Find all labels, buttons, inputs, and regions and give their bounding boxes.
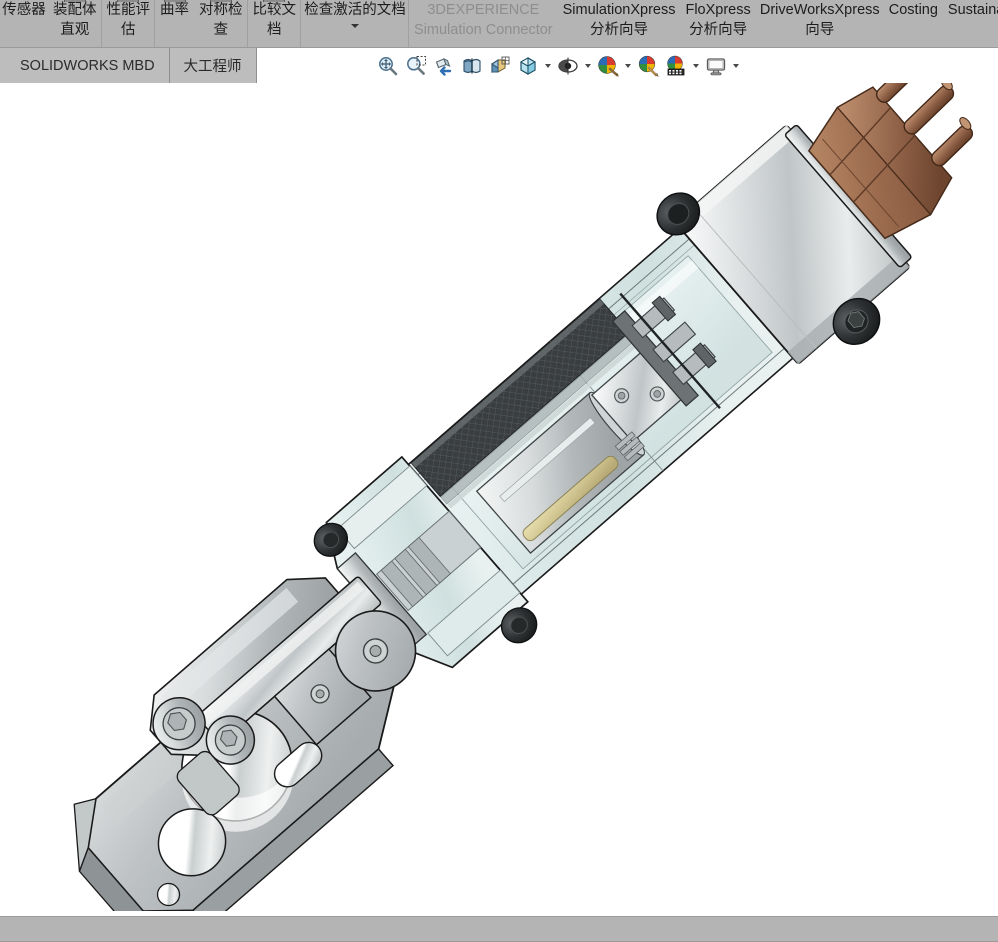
ribbon-command-1[interactable]: 装配体 直观: [48, 0, 102, 47]
ribbon-command-label: Sustainabil: [947, 2, 998, 18]
ribbon-command-label: 性能评: [106, 2, 151, 18]
ribbon-command-sublabel: 分析向导: [590, 22, 649, 38]
view-settings-icon[interactable]: [594, 51, 622, 81]
graphics-area[interactable]: [0, 83, 998, 911]
ribbon-command-icon: [263, 0, 286, 2]
zoom-to-fit-icon[interactable]: [374, 51, 402, 81]
hide-show-items-icon[interactable]: [554, 51, 582, 81]
ribbon-command-icon: [63, 0, 86, 2]
apply-scene-icon[interactable]: [662, 51, 690, 81]
ribbon-command-4[interactable]: 对称检查: [194, 0, 248, 47]
view-settings-display-icon[interactable]: [702, 51, 730, 81]
ribbon-command-sublabel: 档: [267, 22, 282, 38]
document-tab-strip: SOLIDWORKS MBD 大工程师: [0, 48, 257, 83]
view-orientation-icon[interactable]: [486, 51, 514, 81]
ribbon-command-label: 曲率: [160, 2, 189, 18]
model-3d-view[interactable]: [0, 83, 998, 911]
ribbon-command-label: FloXpress: [685, 2, 751, 18]
chevron-down-icon[interactable]: [622, 51, 634, 81]
edit-appearance-icon[interactable]: [634, 51, 662, 81]
ribbon-command-9[interactable]: FloXpress 分析向导: [680, 0, 755, 47]
chevron-down-icon[interactable]: [690, 51, 702, 81]
chevron-down-icon[interactable]: [351, 24, 359, 28]
display-style-icon[interactable]: [514, 51, 542, 81]
chevron-down-icon[interactable]: [542, 51, 554, 81]
ribbon-command-sublabel: Simulation Connector: [414, 22, 553, 38]
ribbon-command-sublabel: Costing: [888, 2, 938, 18]
ribbon-command-icon: [117, 0, 140, 2]
ribbon-command-label: 装配体: [53, 2, 97, 18]
chevron-down-icon[interactable]: [730, 51, 742, 81]
ribbon-command-label: 对称检: [199, 2, 243, 18]
ribbon-command-8[interactable]: SimulationXpress 分析向导: [558, 0, 681, 47]
ribbon-command-6[interactable]: 检查激活的文档: [301, 0, 409, 47]
ribbon-command-label: 3DEXPERIENCE: [427, 2, 540, 18]
ribbon-command-sublabel: 向导: [805, 22, 835, 38]
ribbon-command-2[interactable]: 性能评估: [102, 0, 156, 47]
ribbon-command-sublabel: 直观: [60, 22, 90, 38]
ribbon-command-label: DriveWorksXpress: [759, 2, 880, 18]
section-view-icon[interactable]: [458, 51, 486, 81]
ribbon-command-sublabel: 分析向导: [689, 22, 748, 38]
previous-view-icon[interactable]: [430, 51, 458, 81]
tab-1[interactable]: 大工程师: [169, 48, 257, 83]
ribbon-command-sublabel: 估: [121, 22, 136, 38]
ribbon-command-7[interactable]: 3DEXPERIENCE Simulation Connector: [409, 0, 558, 47]
ribbon-command-11[interactable]: Costing: [884, 0, 943, 47]
ribbon-command-3[interactable]: 曲率: [155, 0, 194, 47]
zoom-to-area-icon[interactable]: [402, 51, 430, 81]
ribbon-command-0[interactable]: 传感器: [0, 0, 48, 47]
ribbon-command-10[interactable]: DriveWorksXpress 向导: [756, 0, 884, 47]
ribbon-command-label: 比较文: [252, 2, 297, 18]
ribbon-command-icon: [163, 0, 186, 2]
tab-0[interactable]: SOLIDWORKS MBD: [6, 48, 170, 83]
ribbon-toolbar: 传感器 装配体 直观 性能评估曲率 对称检查比较文档检查激活的文档 3DEXPERIENC…: [0, 0, 998, 48]
ribbon-command-sublabel: 查: [213, 22, 229, 38]
tab-and-toolbar-row: SOLIDWORKS MBD 大工程师: [0, 48, 998, 83]
chevron-down-icon[interactable]: [582, 51, 594, 81]
solidworks-window: 传感器 装配体 直观 性能评估曲率 对称检查比较文档检查激活的文档 3DEXPERIENC…: [0, 0, 998, 942]
view-toolbar: [374, 48, 742, 83]
ribbon-command-icon: [209, 0, 232, 2]
ribbon-command-12[interactable]: Sustainabil: [943, 0, 998, 47]
status-bar: [0, 916, 998, 942]
ribbon-command-label: 检查激活的文档: [304, 2, 406, 18]
ribbon-command-5[interactable]: 比较文档: [248, 0, 302, 47]
ribbon-command-label: SimulationXpress: [562, 2, 676, 18]
ribbon-command-label: 传感器: [2, 2, 46, 18]
